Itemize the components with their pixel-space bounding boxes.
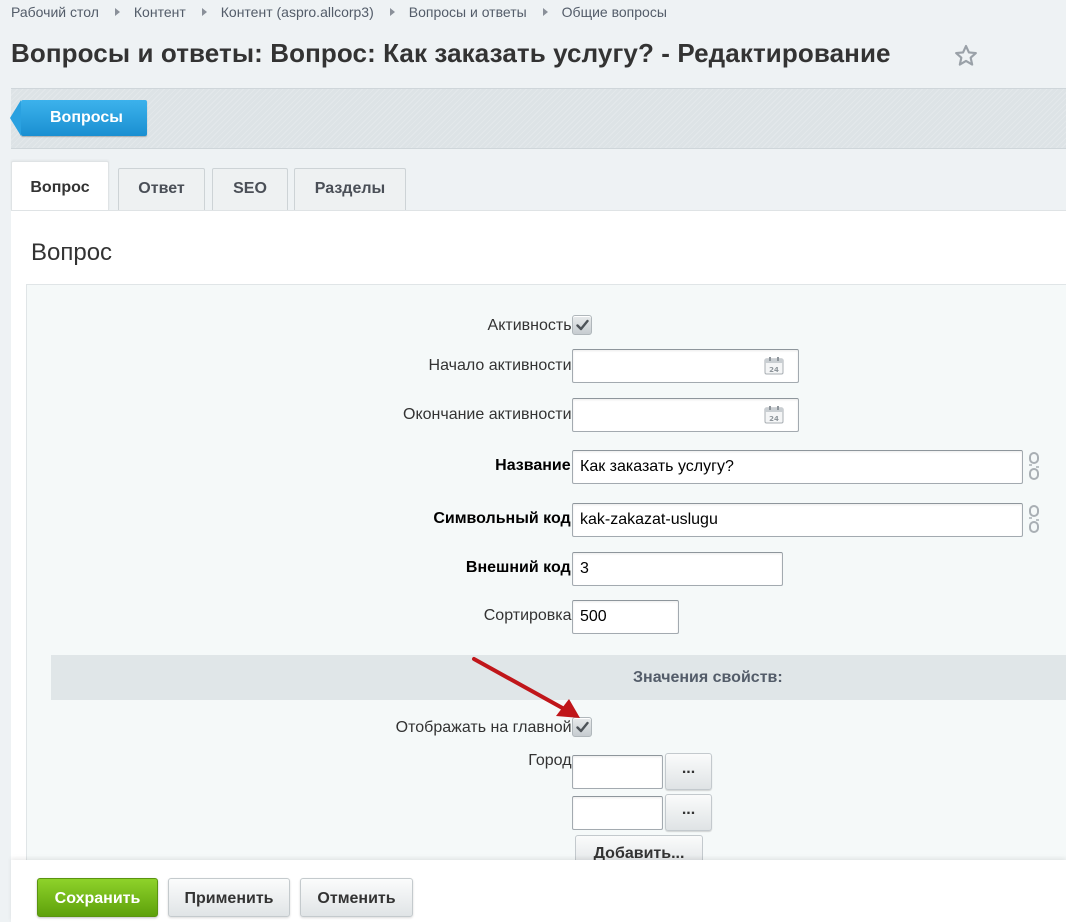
properties-header-label: Значения свойств: bbox=[633, 669, 783, 686]
city-input-1[interactable] bbox=[572, 755, 663, 789]
active-checkbox[interactable] bbox=[572, 315, 592, 335]
edit-panel: Вопрос Активность: Начало активности: 24… bbox=[11, 210, 1066, 922]
start-date-label: Начало активности: bbox=[428, 357, 576, 374]
city-select-button-2[interactable]: ... bbox=[665, 794, 712, 831]
checkmark-icon bbox=[576, 319, 589, 331]
breadcrumb-arrow-icon bbox=[389, 8, 395, 16]
city-select-button-1[interactable]: ... bbox=[665, 753, 712, 790]
city-label: Город: bbox=[528, 752, 576, 769]
red-arrow-annotation bbox=[472, 657, 580, 718]
end-date-label: Окончание активности: bbox=[403, 406, 576, 423]
breadcrumb-item-content[interactable]: Контент bbox=[134, 4, 186, 20]
apply-button[interactable]: Применить bbox=[168, 878, 290, 917]
breadcrumb-arrow-icon bbox=[542, 8, 548, 16]
page-title: Вопросы и ответы: Вопрос: Как заказать у… bbox=[11, 38, 891, 68]
name-input[interactable]: Как заказать услугу? bbox=[572, 450, 1023, 484]
breadcrumb-item-faq[interactable]: Вопросы и ответы bbox=[409, 4, 527, 20]
save-button[interactable]: Сохранить bbox=[37, 878, 158, 917]
active-label: Активность: bbox=[487, 317, 576, 334]
city-input-2[interactable] bbox=[572, 796, 663, 830]
sort-label: Сортировка: bbox=[483, 607, 576, 624]
star-icon[interactable] bbox=[953, 43, 979, 69]
breadcrumb-arrow-icon bbox=[114, 8, 120, 16]
link-icon[interactable] bbox=[1027, 452, 1041, 480]
breadcrumb-item-general[interactable]: Общие вопросы bbox=[562, 4, 667, 20]
breadcrumb-item-content-aspro[interactable]: Контент (aspro.allcorp3) bbox=[221, 4, 374, 20]
xml-id-input[interactable]: 3 bbox=[572, 552, 783, 586]
tab-sections[interactable]: Разделы bbox=[294, 168, 406, 210]
back-to-questions-button[interactable]: Вопросы bbox=[10, 100, 147, 136]
name-label: Название: bbox=[495, 457, 576, 474]
section-title: Вопрос bbox=[31, 239, 113, 266]
breadcrumb: Рабочий стол Контент Контент (aspro.allc… bbox=[11, 3, 667, 21]
breadcrumb-item-desktop[interactable]: Рабочий стол bbox=[11, 4, 99, 20]
breadcrumb-arrow-icon bbox=[201, 8, 207, 16]
link-icon[interactable] bbox=[1027, 505, 1041, 533]
tab-seo[interactable]: SEO bbox=[212, 168, 288, 210]
svg-text:24: 24 bbox=[769, 415, 779, 423]
tab-answer[interactable]: Ответ bbox=[118, 168, 205, 210]
tab-question[interactable]: Вопрос bbox=[11, 161, 109, 211]
toolbar: Вопросы bbox=[10, 88, 1066, 149]
code-input[interactable]: kak-zakazat-uslugu bbox=[572, 503, 1023, 537]
calendar-icon[interactable]: 24 bbox=[764, 405, 784, 424]
svg-text:24: 24 bbox=[769, 366, 779, 374]
cancel-button[interactable]: Отменить bbox=[300, 878, 413, 917]
sort-input[interactable]: 500 bbox=[572, 600, 679, 634]
form-area: Активность: Начало активности: 24 Оконча… bbox=[26, 284, 1066, 922]
code-label: Символьный код: bbox=[433, 510, 576, 527]
xml-id-label: Внешний код: bbox=[465, 559, 576, 576]
footer-actions: Сохранить Применить Отменить bbox=[11, 860, 1066, 922]
calendar-icon[interactable]: 24 bbox=[764, 356, 784, 375]
